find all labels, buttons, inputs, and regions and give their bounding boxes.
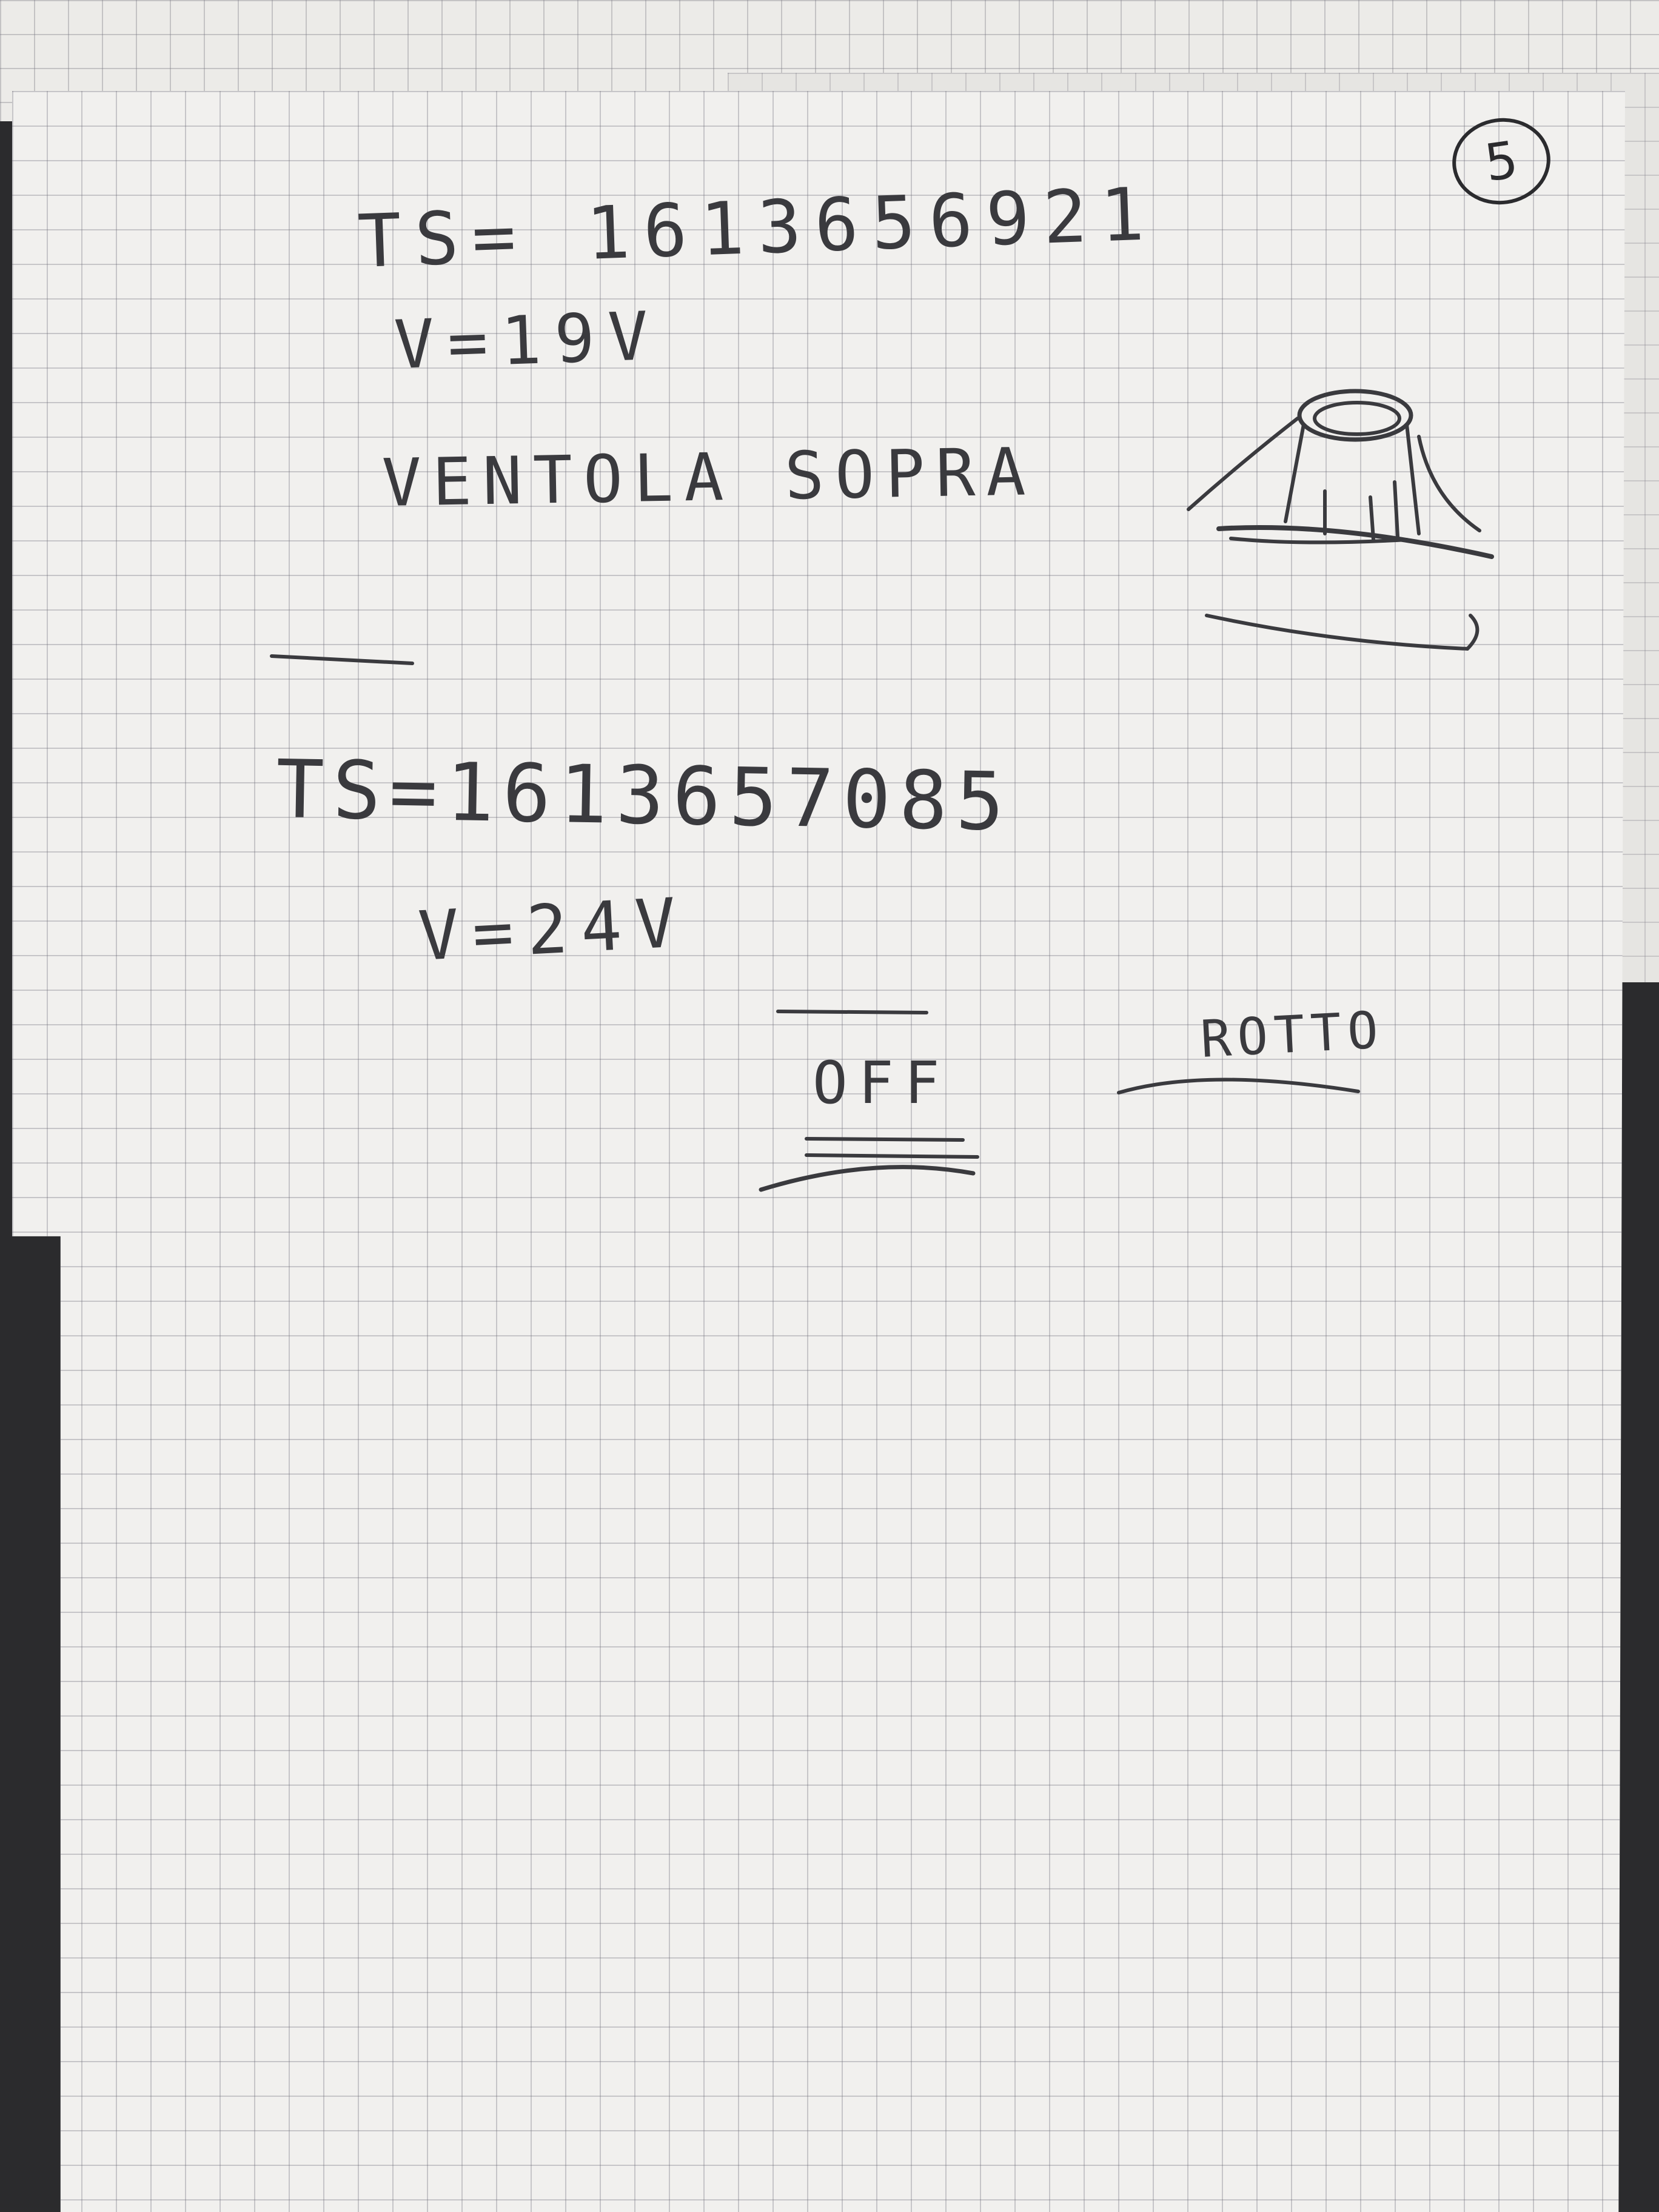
label-rotto: ROTTO: [1199, 1000, 1386, 1069]
note-timestamp-2: TS=1613657085: [275, 743, 1014, 850]
label-off: OFF: [813, 1049, 951, 1117]
grid-paper-sheet: [12, 91, 1625, 2212]
note-voltage-2: V=24V: [416, 883, 691, 976]
photo-scene: 5 TS= 1613656921 V=19V VENTOLA SOPRA TS=…: [0, 0, 1659, 2212]
note-fan-position: VENTOLA SOPRA: [381, 434, 1037, 521]
page-number-text: 5: [1481, 129, 1522, 193]
note-voltage-1: V=19V: [392, 297, 663, 384]
